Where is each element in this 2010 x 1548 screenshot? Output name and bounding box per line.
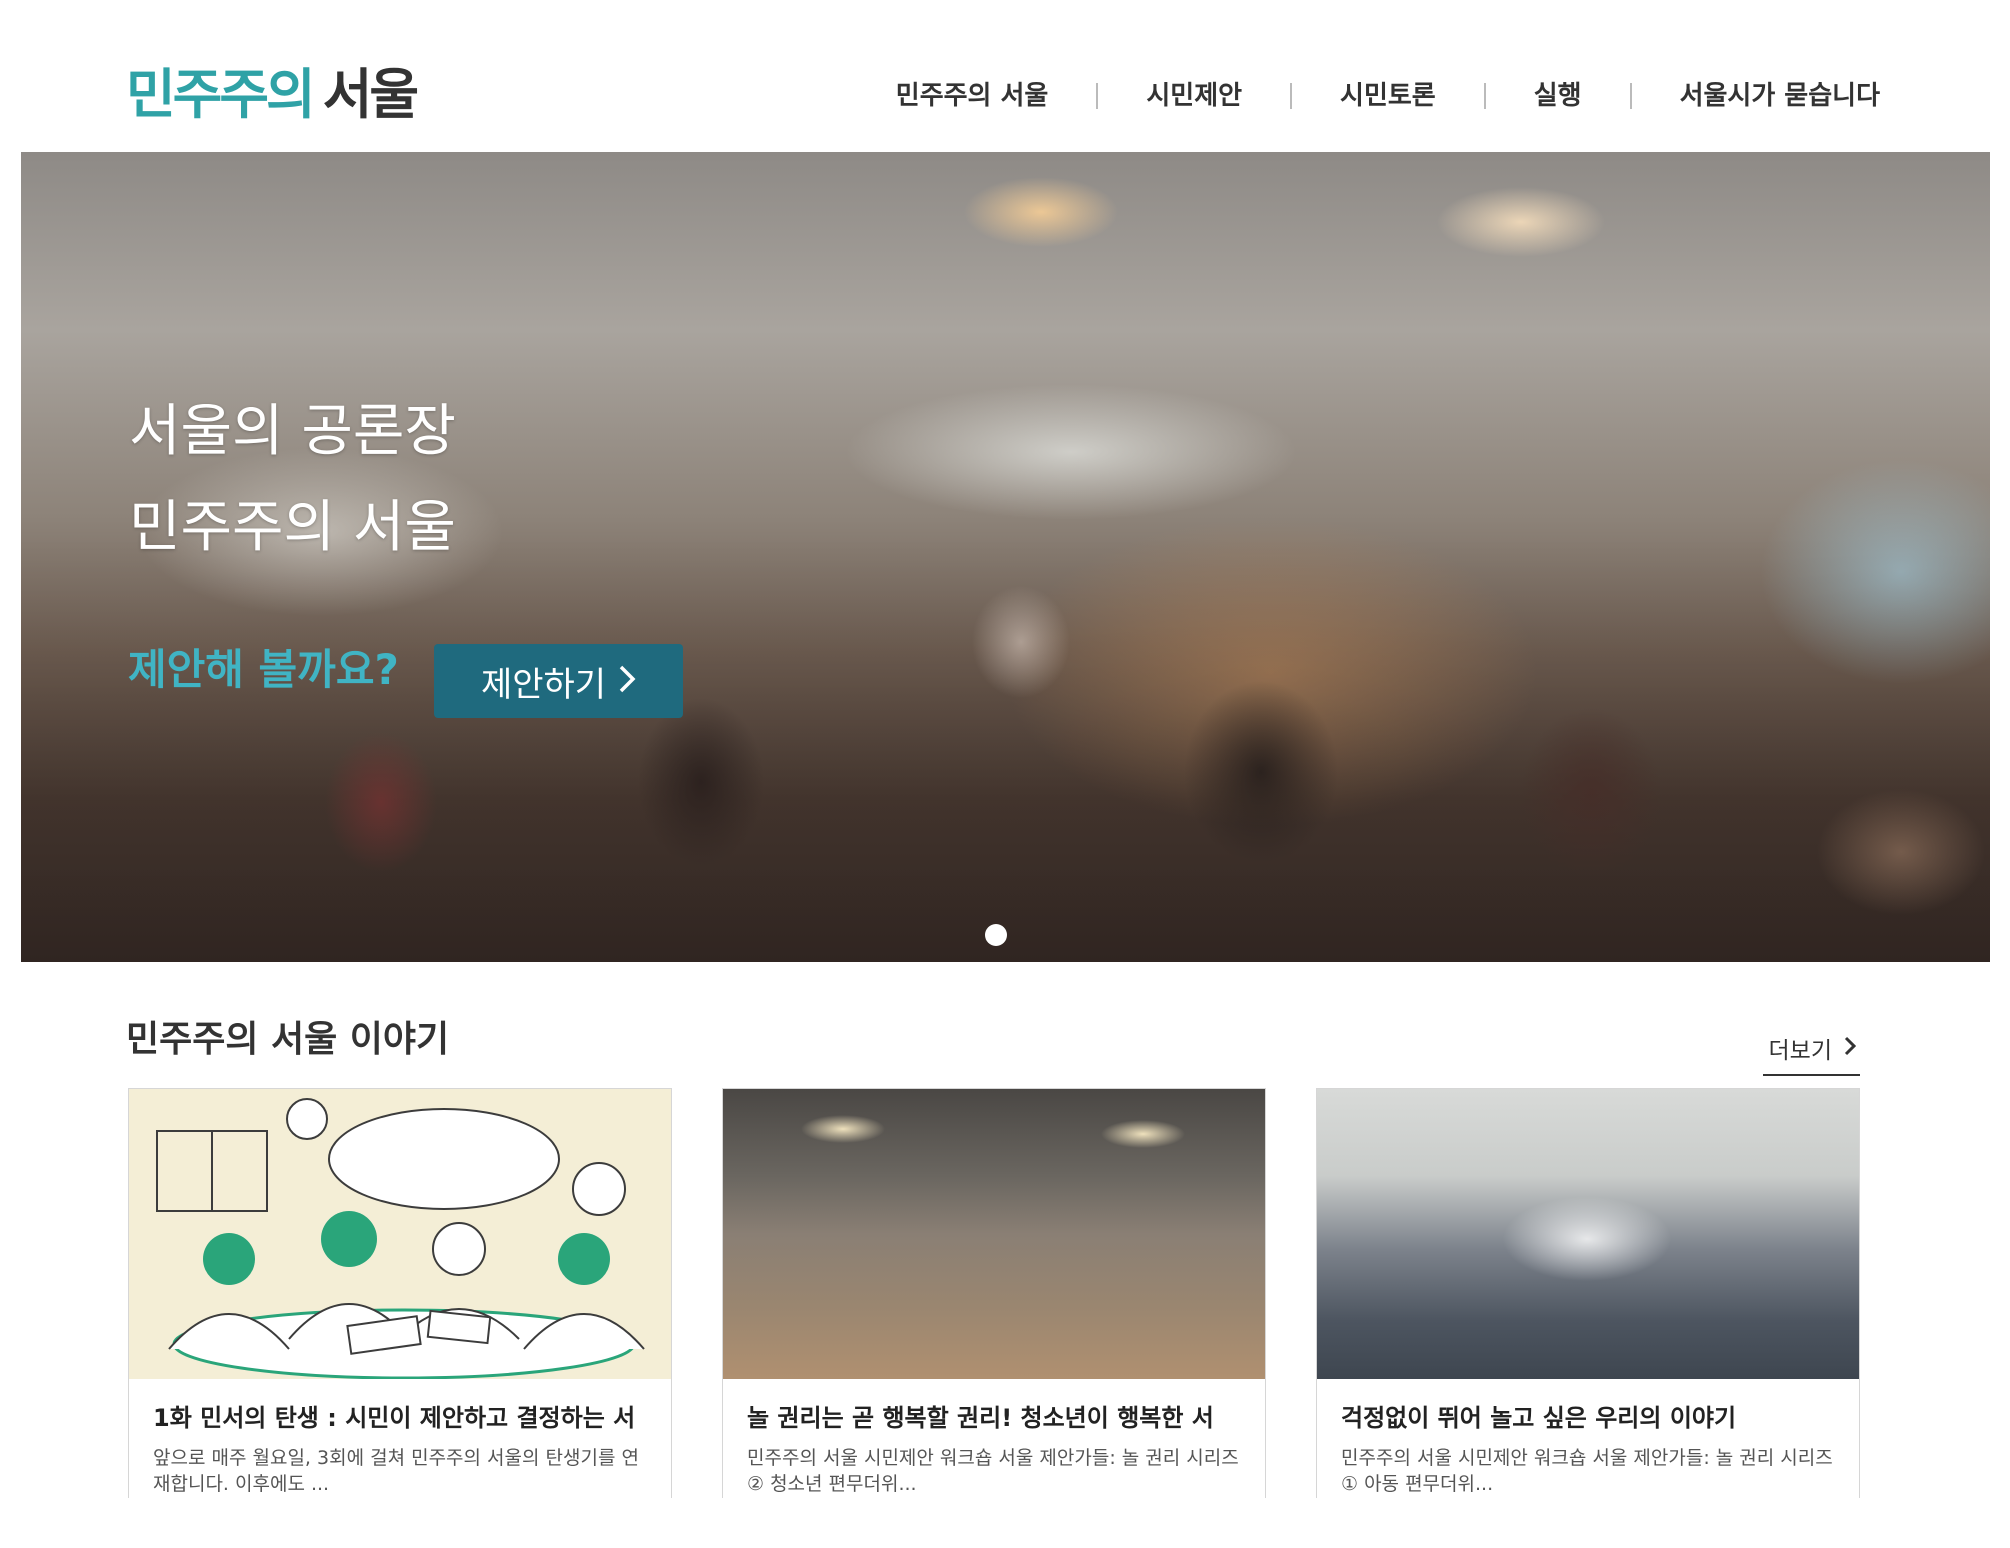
more-link-label: 더보기 <box>1768 1038 1832 1064</box>
photo-children-workshop <box>1317 1089 1859 1379</box>
story-card-description: 민주주의 서울 시민제안 워크숍 서울 제안가들: 놀 권리 시리즈 ② 청소년… <box>747 1447 1239 1495</box>
story-card-title: 놀 권리는 곧 행복할 권리! 청소년이 행복한 서 <box>747 1404 1214 1432</box>
hero-prompt: 제안해 볼까요? <box>128 645 399 694</box>
site-logo[interactable]: 민주주의 서울 <box>126 58 419 132</box>
story-card-title: 걱정없이 뛰어 놀고 싶은 우리의 이야기 <box>1341 1404 1737 1432</box>
nav-item-citizen-proposal[interactable]: 시민제안 <box>1146 76 1242 116</box>
nav-item-execution[interactable]: 실행 <box>1534 76 1582 116</box>
story-card-description: 민주주의 서울 시민제안 워크숍 서울 제안가들: 놀 권리 시리즈 ① 아동 … <box>1341 1447 1833 1495</box>
section-title: 민주주의 서울 이야기 <box>126 1019 450 1060</box>
hero-background-photo <box>21 532 1990 962</box>
nav-divider <box>1290 83 1293 109</box>
photo-workshop-group <box>723 1089 1265 1379</box>
story-card-title: 1화 민서의 탄생 : 시민이 제안하고 결정하는 서 <box>153 1404 636 1432</box>
hero-banner: 서울의 공론장 민주주의 서울 제안해 볼까요? 제안하기 <box>21 152 1990 962</box>
nav-item-democracy-seoul[interactable]: 민주주의 서울 <box>896 76 1049 116</box>
story-card-list: 1화 민서의 탄생 : 시민이 제안하고 결정하는 서 앞으로 매주 월요일, … <box>128 1088 1860 1498</box>
nav-divider <box>1483 83 1486 109</box>
propose-button[interactable]: 제안하기 <box>434 644 683 718</box>
more-link[interactable]: 더보기 <box>1762 1026 1860 1076</box>
story-card[interactable]: 놀 권리는 곧 행복할 권리! 청소년이 행복한 서 민주주의 서울 시민제안 … <box>722 1088 1266 1498</box>
hero-title: 서울의 공론장 민주주의 서울 <box>129 384 456 576</box>
propose-button-label: 제안하기 <box>480 664 607 705</box>
nav-divider <box>1629 83 1632 109</box>
hero-title-line2: 민주주의 서울 <box>129 495 456 560</box>
logo-accent-text: 민주주의 <box>126 63 316 126</box>
chevron-right-icon <box>1844 1033 1857 1063</box>
nav-item-citizen-debate[interactable]: 시민토론 <box>1340 76 1436 116</box>
main-nav: 민주주의 서울 시민제안 시민토론 실행 서울시가 묻습니다 <box>896 76 1880 116</box>
hero-title-line1: 서울의 공론장 <box>129 399 456 464</box>
illustration-people-discussing <box>129 1089 671 1379</box>
story-card[interactable]: 1화 민서의 탄생 : 시민이 제안하고 결정하는 서 앞으로 매주 월요일, … <box>128 1088 672 1498</box>
site-header: 민주주의 서울 민주주의 서울 시민제안 시민토론 실행 서울시가 묻습니다 <box>0 0 2010 152</box>
slide-indicator-dot[interactable] <box>985 924 1007 946</box>
story-card-description: 앞으로 매주 월요일, 3회에 걸쳐 민주주의 서울의 탄생기를 연재합니다. … <box>153 1447 639 1495</box>
logo-dark-text: 서울 <box>322 63 419 126</box>
chevron-right-icon <box>618 662 636 700</box>
story-card[interactable]: 걱정없이 뛰어 놀고 싶은 우리의 이야기 민주주의 서울 시민제안 워크숍 서… <box>1316 1088 1860 1498</box>
nav-divider <box>1096 83 1099 109</box>
nav-item-seoul-asks[interactable]: 서울시가 묻습니다 <box>1680 76 1880 116</box>
